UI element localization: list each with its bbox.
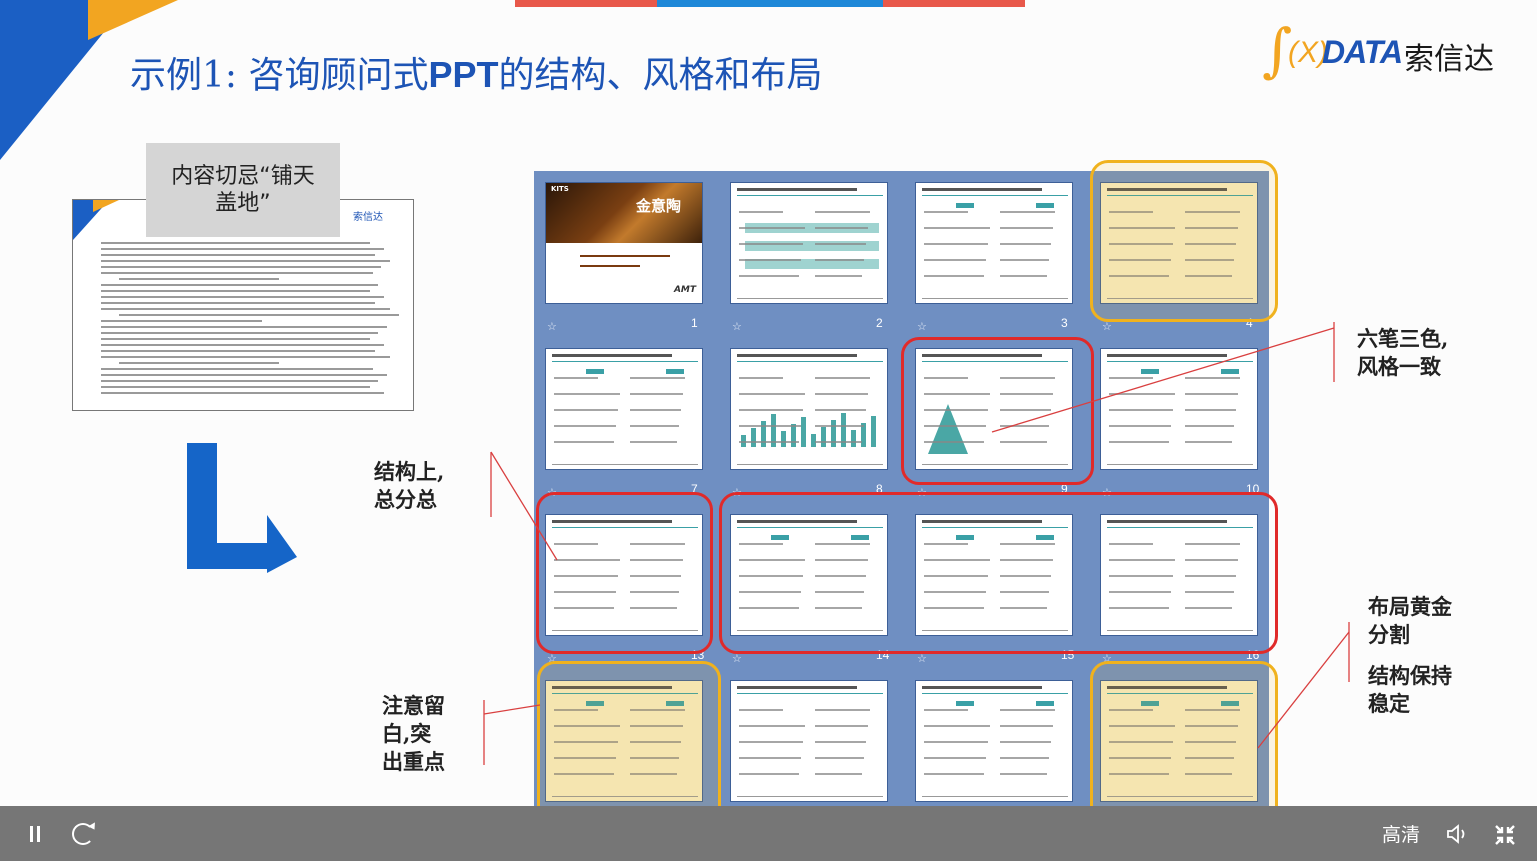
exit-fullscreen-icon[interactable]: [1494, 824, 1516, 846]
callout-lines: [483, 322, 1350, 765]
quality-selector-button[interactable]: 高清: [1382, 820, 1420, 847]
video-control-bar: 高清: [0, 806, 1537, 861]
pause-icon[interactable]: [28, 826, 42, 842]
replay-icon[interactable]: [72, 823, 94, 845]
volume-icon[interactable]: [1446, 824, 1470, 844]
slide-canvas: 示例1: 咨询顾问式PPT的结构、风格和布局 ∫ (X) DATA 索信达 索信…: [0, 0, 1537, 806]
